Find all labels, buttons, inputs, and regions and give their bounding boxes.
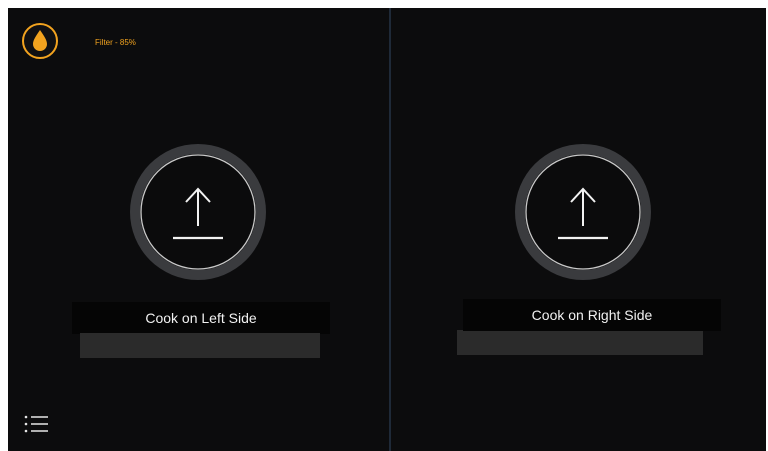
- cooktop-screen: Filter - 85% Cook on Left Side Cook on R…: [8, 8, 766, 451]
- menu-button[interactable]: [22, 412, 52, 436]
- right-side-status-bar: [457, 330, 703, 355]
- cook-right-button[interactable]: [507, 136, 659, 288]
- upload-arrow-icon: [130, 144, 266, 280]
- cook-right-label[interactable]: Cook on Right Side: [463, 299, 721, 331]
- right-side-panel: Cook on Right Side: [391, 8, 766, 451]
- list-menu-icon: [24, 415, 48, 433]
- cook-left-label[interactable]: Cook on Left Side: [72, 302, 330, 334]
- left-side-panel: Cook on Left Side: [8, 8, 389, 451]
- cook-left-button[interactable]: [122, 136, 274, 288]
- left-side-status-bar: [80, 333, 320, 358]
- upload-arrow-icon: [515, 144, 651, 280]
